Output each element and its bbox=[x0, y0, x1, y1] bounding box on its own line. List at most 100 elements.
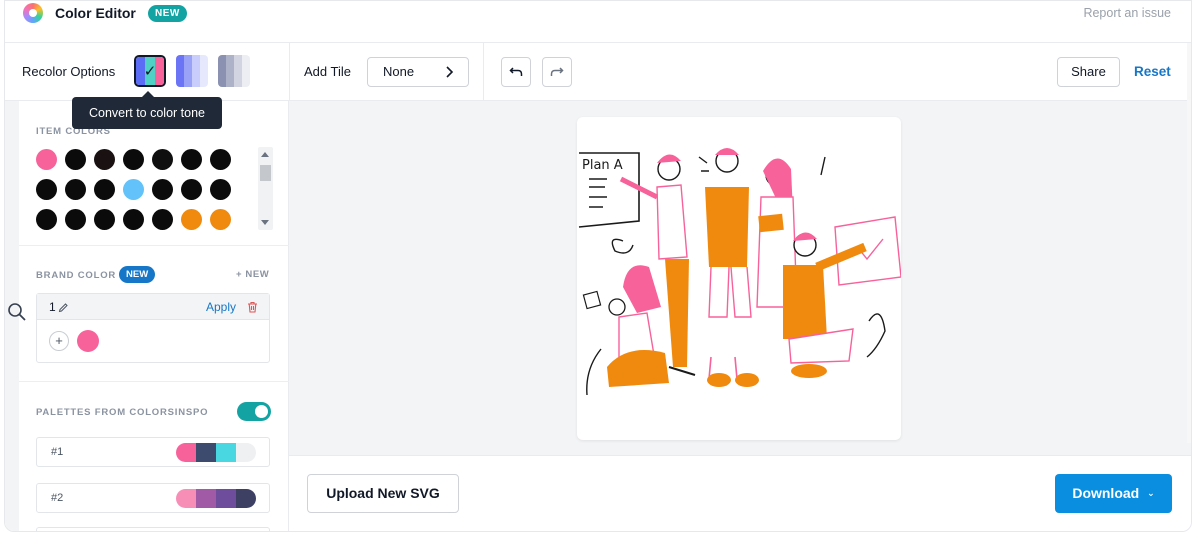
palette-item[interactable] bbox=[36, 527, 270, 531]
download-button[interactable]: Download ⌄ bbox=[1055, 474, 1172, 513]
item-color-swatch[interactable] bbox=[152, 149, 173, 170]
palette-chip bbox=[176, 443, 196, 462]
palette-chip bbox=[196, 443, 216, 462]
item-color-swatch[interactable] bbox=[94, 209, 115, 230]
item-color-swatch[interactable] bbox=[123, 179, 144, 200]
redo-icon bbox=[550, 67, 564, 76]
palette-chip bbox=[216, 443, 236, 462]
palette-colors bbox=[176, 489, 256, 508]
item-color-swatch[interactable] bbox=[36, 179, 57, 200]
search-icon bbox=[8, 303, 26, 321]
undo-button[interactable] bbox=[501, 57, 531, 87]
toolbar-divider bbox=[289, 43, 290, 101]
upload-svg-button[interactable]: Upload New SVG bbox=[307, 474, 459, 513]
swatch-stripe bbox=[192, 55, 200, 87]
palette-colors bbox=[176, 443, 256, 462]
undo-icon bbox=[509, 67, 523, 76]
brand-color-title: BRAND COLOR bbox=[36, 270, 117, 281]
scroll-thumb[interactable] bbox=[260, 165, 271, 181]
header: Color Editor NEW Report an issue bbox=[5, 1, 1191, 43]
item-color-swatch[interactable] bbox=[94, 149, 115, 170]
brand-new-badge: NEW bbox=[119, 266, 156, 283]
swatch-stripe bbox=[234, 55, 242, 87]
item-colors-scrollbar[interactable] bbox=[258, 147, 273, 230]
pencil-icon[interactable] bbox=[58, 300, 69, 318]
search-tab[interactable] bbox=[5, 297, 29, 327]
apply-button[interactable]: Apply bbox=[206, 300, 236, 314]
item-color-swatch[interactable] bbox=[65, 179, 86, 200]
color-wheel-logo-icon bbox=[23, 3, 43, 23]
item-color-swatch[interactable] bbox=[123, 209, 144, 230]
share-button[interactable]: Share bbox=[1057, 57, 1120, 87]
download-label: Download bbox=[1072, 485, 1140, 501]
swatch-stripe bbox=[242, 55, 250, 87]
swatch-stripe bbox=[200, 55, 208, 87]
canvas-area: Plan A bbox=[289, 101, 1191, 455]
app-title: Color Editor bbox=[55, 5, 136, 21]
new-badge: NEW bbox=[148, 5, 187, 22]
palette-chip bbox=[196, 489, 216, 508]
toolbar-divider bbox=[483, 43, 484, 101]
redo-button[interactable] bbox=[542, 57, 572, 87]
palette-chip bbox=[236, 443, 256, 462]
item-color-swatch[interactable] bbox=[210, 179, 231, 200]
item-color-swatch[interactable] bbox=[210, 149, 231, 170]
check-icon: ✓ bbox=[143, 63, 157, 80]
item-color-swatch[interactable] bbox=[36, 149, 57, 170]
item-color-swatch[interactable] bbox=[210, 209, 231, 230]
scroll-down-arrow-icon[interactable] bbox=[261, 220, 269, 225]
add-color-button[interactable]: + bbox=[49, 331, 69, 351]
chevron-down-icon: ⌄ bbox=[1147, 488, 1155, 498]
swatch-stripe bbox=[176, 55, 184, 87]
recolor-option-gray-tone[interactable] bbox=[218, 55, 250, 87]
swatch-stripe bbox=[218, 55, 226, 87]
palette-chip bbox=[176, 489, 196, 508]
palette-chip bbox=[216, 489, 236, 508]
team-planning-illustration: Plan A bbox=[578, 148, 902, 396]
item-color-swatch[interactable] bbox=[65, 209, 86, 230]
plan-a-text: Plan A bbox=[582, 158, 623, 173]
section-divider bbox=[19, 381, 289, 382]
app-frame: Color Editor NEW Report an issue Recolor… bbox=[4, 0, 1192, 532]
palette-item[interactable]: #1 bbox=[36, 437, 270, 467]
palettes-title: PALETTES FROM COLORSINSPO bbox=[36, 407, 209, 418]
item-color-swatch[interactable] bbox=[123, 149, 144, 170]
brand-card-header: 1 Apply bbox=[37, 294, 269, 320]
report-issue-link[interactable]: Report an issue bbox=[1083, 6, 1171, 20]
page-scrollbar[interactable] bbox=[1187, 43, 1191, 443]
bottom-bar: Upload New SVG Download ⌄ bbox=[289, 455, 1191, 531]
palettes-toggle[interactable] bbox=[237, 402, 271, 421]
scroll-up-arrow-icon[interactable] bbox=[261, 152, 269, 157]
item-color-swatch[interactable] bbox=[181, 179, 202, 200]
item-color-swatch[interactable] bbox=[36, 209, 57, 230]
brand-color-card: 1 Apply + bbox=[36, 293, 270, 363]
artwork-card[interactable]: Plan A bbox=[577, 117, 902, 440]
palette-chip bbox=[236, 489, 256, 508]
item-color-swatch[interactable] bbox=[181, 149, 202, 170]
item-color-swatch[interactable] bbox=[181, 209, 202, 230]
add-tile-label: Add Tile bbox=[304, 64, 351, 79]
item-color-swatch[interactable] bbox=[65, 149, 86, 170]
recolor-options-label: Recolor Options bbox=[22, 64, 116, 79]
tile-select[interactable]: None bbox=[367, 57, 469, 87]
item-color-swatch[interactable] bbox=[94, 179, 115, 200]
section-divider bbox=[19, 245, 289, 246]
item-color-swatch[interactable] bbox=[152, 179, 173, 200]
trash-icon[interactable] bbox=[247, 300, 258, 318]
brand-color-swatch[interactable] bbox=[77, 330, 99, 352]
brand-name: 1 bbox=[49, 300, 56, 314]
palette-label: #2 bbox=[51, 492, 64, 504]
sidebar: ITEM COLORS BRAND COLOR NEW + NEW 1 Appl… bbox=[5, 101, 289, 531]
swatch-stripe bbox=[226, 55, 234, 87]
toolbar: Recolor Options ✓ Add Tile None Share Re… bbox=[5, 43, 1191, 101]
tooltip: Convert to color tone bbox=[72, 91, 222, 129]
reset-button[interactable]: Reset bbox=[1134, 64, 1171, 79]
tile-select-value: None bbox=[383, 64, 415, 79]
recolor-option-blue-tone[interactable] bbox=[176, 55, 208, 87]
palette-item[interactable]: #2 bbox=[36, 483, 270, 513]
palette-label: #1 bbox=[51, 446, 64, 458]
recolor-option-multicolor[interactable]: ✓ bbox=[134, 55, 166, 87]
add-brand-color-button[interactable]: + NEW bbox=[236, 269, 269, 280]
swatch-stripe bbox=[184, 55, 192, 87]
item-color-swatch[interactable] bbox=[152, 209, 173, 230]
